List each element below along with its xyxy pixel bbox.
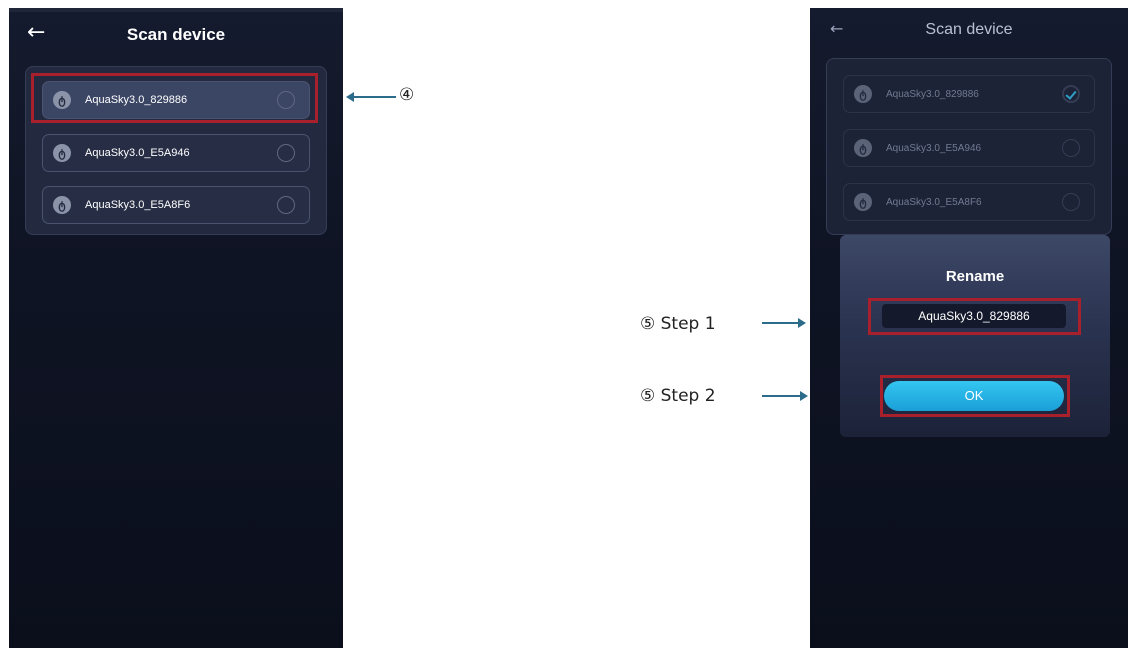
device-name: AquaSky3.0_829886 [886,88,979,100]
device-item[interactable]: ტ AquaSky3.0_E5A946 [42,134,310,172]
device-item[interactable]: ტ AquaSky3.0_E5A946 [843,129,1095,167]
device-list: ტ AquaSky3.0_829886 ტ AquaSky3.0_E5A946 … [826,58,1112,235]
arrow-left-icon [346,92,354,102]
device-name: AquaSky3.0_E5A946 [85,147,190,159]
device-name: AquaSky3.0_E5A8F6 [886,196,982,208]
annotation-line [762,395,800,397]
device-item[interactable]: ტ AquaSky3.0_E5A8F6 [42,186,310,224]
device-name: AquaSky3.0_E5A8F6 [85,199,191,211]
device-icon: ტ [53,144,71,162]
arrow-right-icon [798,318,806,328]
device-icon: ტ [854,85,872,103]
arrow-right-icon [800,391,808,401]
radio-unselected-icon[interactable] [277,196,295,214]
dialog-title: Rename [945,268,1005,285]
annotation-line [762,322,798,324]
scan-device-screen-left: ← Scan device ტ AquaSky3.0_829886 ტ Aqua… [9,8,343,648]
checkmark-circle-icon[interactable] [1062,85,1080,103]
radio-unselected-icon[interactable] [1062,139,1080,157]
highlight-box-step4 [31,73,318,123]
page-title: Scan device [925,21,1013,38]
step5-1-label: ⑤ Step 1 [640,314,716,334]
device-item[interactable]: ტ AquaSky3.0_E5A8F6 [843,183,1095,221]
device-name: AquaSky3.0_E5A946 [886,142,982,154]
radio-unselected-icon[interactable] [1062,193,1080,211]
radio-unselected-icon[interactable] [277,144,295,162]
device-icon: ტ [854,139,872,157]
scan-device-screen-right: ← Scan device ტ AquaSky3.0_829886 ტ Aqua… [810,8,1128,648]
step4-label: ④ [399,85,415,105]
device-item[interactable]: ტ AquaSky3.0_829886 [843,75,1095,113]
device-icon: ტ [53,196,71,214]
highlight-box-step5-2 [880,375,1070,417]
status-bar [9,8,343,12]
step5-2-label: ⑤ Step 2 [640,386,716,406]
annotation-line [354,96,396,98]
device-icon: ტ [854,193,872,211]
highlight-box-step5-1 [868,298,1081,335]
page-title: Scan device [126,25,226,44]
